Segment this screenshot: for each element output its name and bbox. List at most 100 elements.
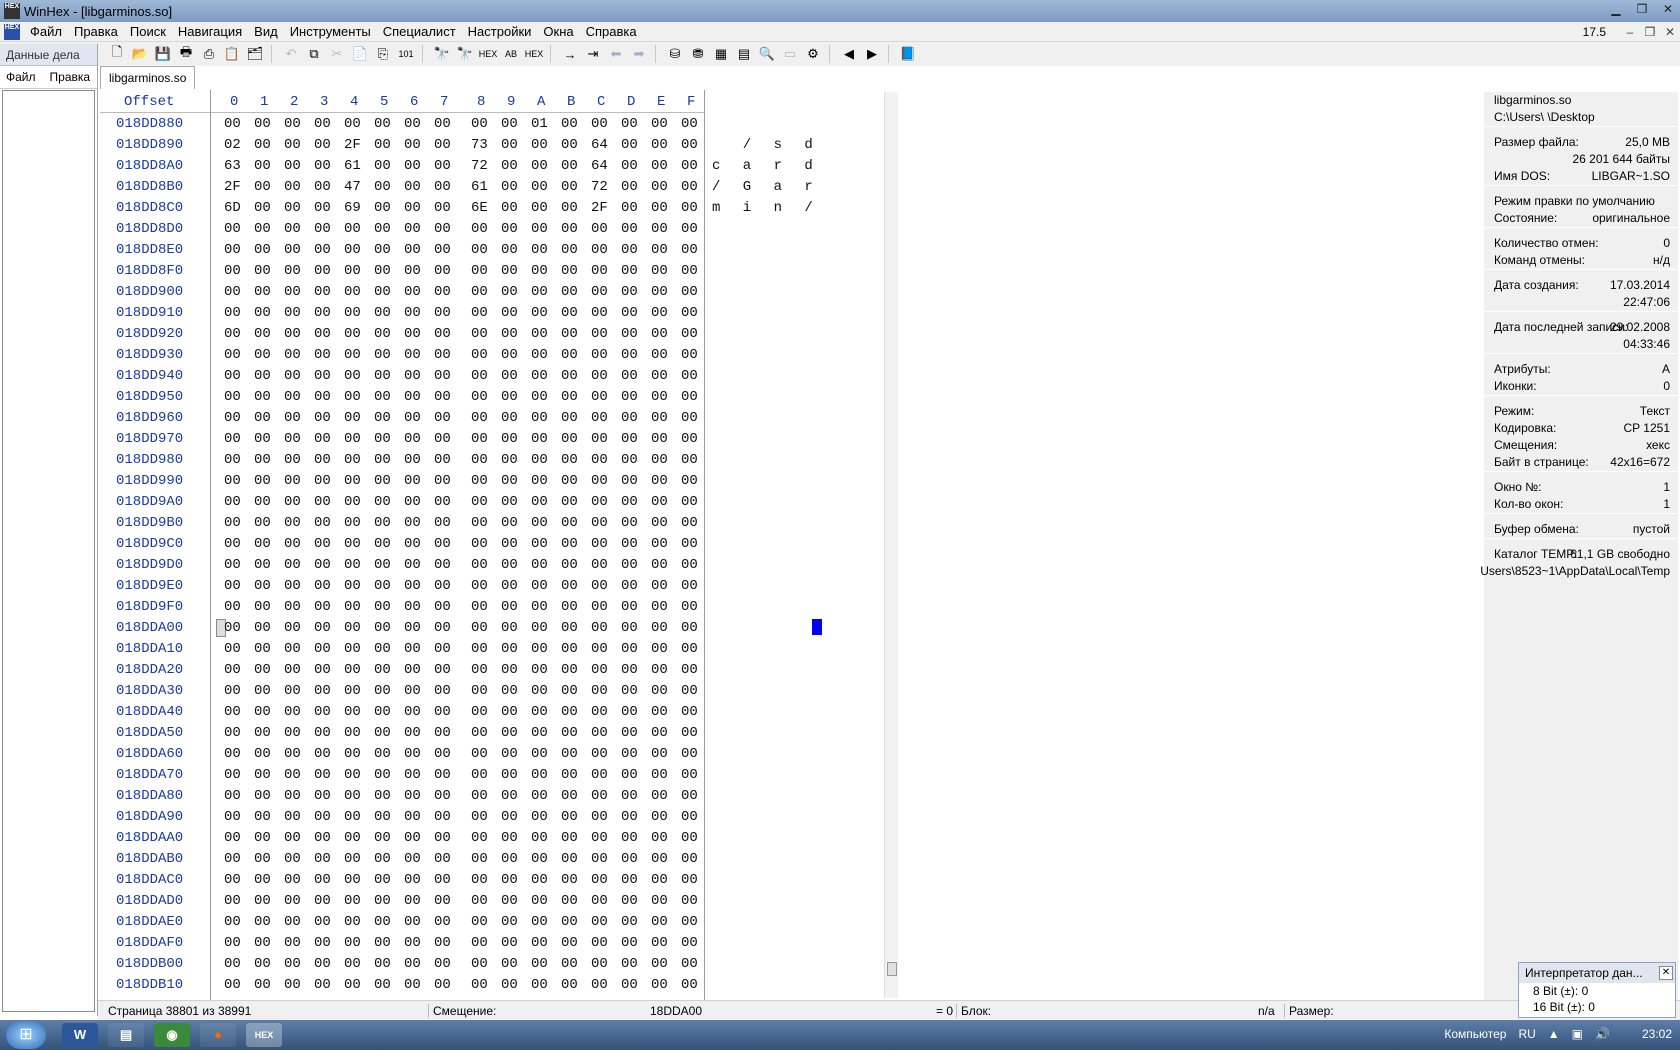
- hex-byte[interactable]: 00: [561, 809, 583, 825]
- hex-byte[interactable]: 00: [284, 242, 306, 258]
- hex-byte[interactable]: 00: [591, 683, 613, 699]
- hex-byte[interactable]: 00: [531, 179, 553, 195]
- hex-byte[interactable]: 00: [284, 704, 306, 720]
- hex-byte[interactable]: 00: [254, 914, 276, 930]
- hex-byte[interactable]: 00: [404, 662, 426, 678]
- hex-byte[interactable]: 00: [254, 200, 276, 216]
- hex-byte[interactable]: 00: [284, 851, 306, 867]
- hex-byte[interactable]: 00: [314, 515, 336, 531]
- hex-byte[interactable]: 00: [284, 641, 306, 657]
- hex-byte[interactable]: 00: [254, 158, 276, 174]
- hex-byte[interactable]: 00: [561, 116, 583, 132]
- hex-byte[interactable]: 00: [591, 788, 613, 804]
- hex-byte[interactable]: 00: [531, 242, 553, 258]
- hex-byte[interactable]: 00: [471, 914, 493, 930]
- clipboard-icon[interactable]: 📋: [222, 44, 242, 64]
- hex-byte[interactable]: 00: [681, 956, 703, 972]
- hex-byte[interactable]: 00: [681, 704, 703, 720]
- hex-byte[interactable]: 61: [344, 158, 366, 174]
- hex-byte[interactable]: 00: [471, 389, 493, 405]
- hex-byte[interactable]: 00: [561, 578, 583, 594]
- hex-byte[interactable]: 00: [681, 515, 703, 531]
- minimize-icon[interactable]: ▁: [1608, 2, 1624, 16]
- hex-byte[interactable]: 00: [404, 683, 426, 699]
- hex-byte[interactable]: 00: [374, 347, 396, 363]
- hex-byte[interactable]: 00: [561, 662, 583, 678]
- hex-byte[interactable]: 00: [561, 830, 583, 846]
- properties-icon[interactable]: ⎙: [199, 44, 219, 64]
- hex-byte[interactable]: 00: [561, 872, 583, 888]
- text-char[interactable]: /: [804, 200, 812, 216]
- open-file-icon[interactable]: 📂: [130, 44, 150, 64]
- hex-byte[interactable]: 00: [501, 431, 523, 447]
- hex-byte[interactable]: 00: [404, 473, 426, 489]
- hex-byte[interactable]: 00: [314, 935, 336, 951]
- hex-byte[interactable]: 00: [404, 452, 426, 468]
- hex-byte[interactable]: 00: [404, 410, 426, 426]
- hex-byte[interactable]: 00: [681, 557, 703, 573]
- hex-byte[interactable]: 00: [651, 704, 673, 720]
- scroll-thumb[interactable]: [887, 962, 897, 976]
- hex-byte[interactable]: 00: [284, 683, 306, 699]
- hex-byte[interactable]: 00: [254, 389, 276, 405]
- hex-byte[interactable]: 00: [471, 347, 493, 363]
- hex-byte[interactable]: 00: [681, 788, 703, 804]
- hex-byte[interactable]: 00: [314, 221, 336, 237]
- volume-icon[interactable]: 🔊: [1595, 1027, 1610, 1041]
- hex-byte[interactable]: 00: [374, 179, 396, 195]
- hex-byte[interactable]: 00: [254, 704, 276, 720]
- hex-byte[interactable]: 00: [561, 767, 583, 783]
- hex-byte[interactable]: 00: [651, 683, 673, 699]
- text-char[interactable]: a: [774, 179, 782, 195]
- hex-byte[interactable]: 00: [471, 935, 493, 951]
- hex-byte[interactable]: 00: [501, 830, 523, 846]
- inactive-icon[interactable]: ▭: [780, 44, 800, 64]
- hex-byte[interactable]: 00: [501, 263, 523, 279]
- hex-byte[interactable]: 00: [284, 305, 306, 321]
- hex-byte[interactable]: 00: [651, 263, 673, 279]
- hex-byte[interactable]: 00: [681, 179, 703, 195]
- hex-byte[interactable]: 00: [561, 410, 583, 426]
- hex-byte[interactable]: 00: [314, 725, 336, 741]
- hex-byte[interactable]: 00: [224, 578, 246, 594]
- hex-byte[interactable]: 00: [561, 956, 583, 972]
- hex-byte[interactable]: 00: [284, 599, 306, 615]
- hex-byte[interactable]: 00: [471, 536, 493, 552]
- hex-byte[interactable]: 00: [224, 977, 246, 993]
- menu-navigation[interactable]: Навигация: [172, 24, 248, 39]
- hex-byte[interactable]: 00: [681, 872, 703, 888]
- hex-byte[interactable]: 00: [681, 767, 703, 783]
- hex-editor[interactable]: Offset 0123456789ABCDEF 018DD880 00 00 00 00…: [100, 90, 885, 1002]
- hex-byte[interactable]: 00: [314, 683, 336, 699]
- hex-byte[interactable]: 00: [344, 326, 366, 342]
- hex-byte[interactable]: 00: [471, 263, 493, 279]
- hex-byte[interactable]: 00: [621, 788, 643, 804]
- hex-byte[interactable]: 00: [374, 641, 396, 657]
- text-char[interactable]: m: [712, 200, 720, 216]
- hex-byte[interactable]: 00: [434, 956, 456, 972]
- hex-byte[interactable]: 00: [314, 368, 336, 384]
- doc-close-icon[interactable]: ✕: [1660, 25, 1680, 39]
- hex-byte[interactable]: 00: [404, 389, 426, 405]
- hex-byte[interactable]: 00: [681, 452, 703, 468]
- hex-byte[interactable]: 00: [404, 914, 426, 930]
- hex-byte[interactable]: 00: [314, 326, 336, 342]
- hex-byte[interactable]: 00: [284, 473, 306, 489]
- hex-byte[interactable]: 00: [404, 158, 426, 174]
- hex-byte[interactable]: 00: [404, 746, 426, 762]
- hex-byte[interactable]: 00: [344, 767, 366, 783]
- hex-byte[interactable]: 00: [434, 242, 456, 258]
- hex-byte[interactable]: 00: [374, 746, 396, 762]
- hex-byte[interactable]: 00: [591, 431, 613, 447]
- hex-byte[interactable]: 00: [434, 725, 456, 741]
- hex-byte[interactable]: 00: [471, 116, 493, 132]
- hex-byte[interactable]: 00: [404, 620, 426, 636]
- hex-byte[interactable]: 69: [344, 200, 366, 216]
- hex-byte[interactable]: 00: [314, 662, 336, 678]
- hex-byte[interactable]: 00: [591, 305, 613, 321]
- hex-byte[interactable]: 00: [284, 767, 306, 783]
- hex-byte[interactable]: 00: [501, 326, 523, 342]
- hex-byte[interactable]: 00: [501, 389, 523, 405]
- text-char[interactable]: a: [743, 158, 751, 174]
- hex-byte[interactable]: 00: [621, 599, 643, 615]
